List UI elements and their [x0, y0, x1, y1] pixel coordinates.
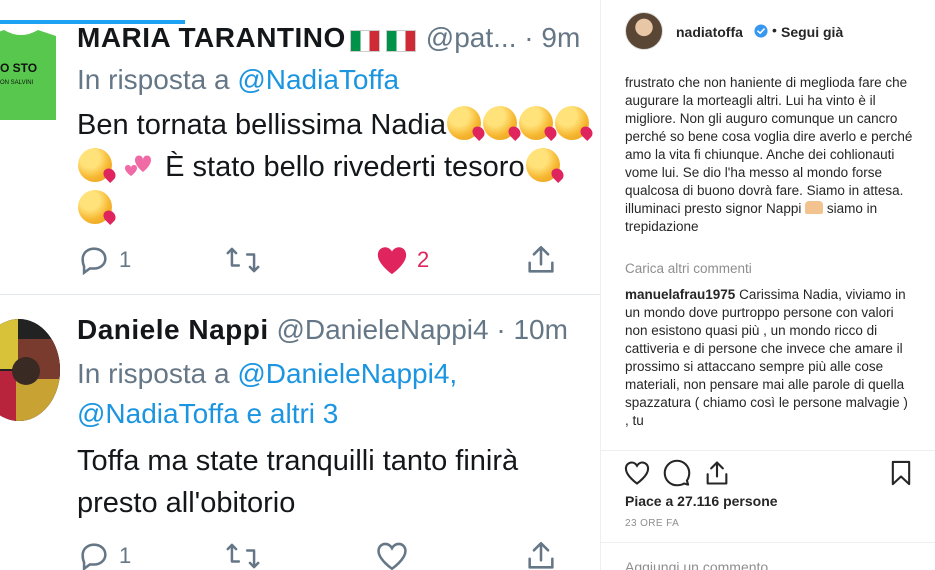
tweet-text-line2: È stato bello rivederti tesoro — [165, 151, 525, 183]
profile-avatar[interactable] — [625, 12, 663, 50]
instagram-panel: nadiatoffa • Segui già frustrato che non… — [600, 0, 935, 570]
like-count: 2 — [417, 247, 430, 272]
author-handle: @DanieleNappi4 — [276, 314, 489, 345]
tweet-text-line1: Toffa ma state tranquilli tanto finirà — [77, 445, 519, 477]
italy-flag-icon — [385, 30, 416, 53]
post-header: nadiatoffa • Segui già — [601, 0, 935, 62]
reply-icon — [81, 543, 107, 570]
like-button[interactable]: 2 — [375, 240, 429, 280]
bookmark-icon[interactable] — [887, 459, 915, 487]
reply-context: In risposta a @NadiaToffa — [77, 60, 399, 100]
share-icon — [528, 541, 554, 569]
kiss-emoji-icon — [78, 190, 112, 224]
post-timestamp: 23 ORE FA — [625, 518, 680, 529]
italian-flags-emoji — [349, 22, 422, 58]
reply-mention-others: @NadiaToffa e altri 3 — [77, 398, 339, 429]
avatar-photo — [0, 319, 60, 421]
tweet-text-line2: presto all'obitorio — [77, 487, 296, 519]
shirt-text: O STO — [0, 61, 37, 75]
author-name: Daniele Nappi — [77, 314, 269, 345]
reply-button[interactable]: 1 — [77, 536, 131, 570]
retweet-button[interactable] — [225, 240, 261, 280]
sparkling-hearts-icon — [125, 155, 152, 176]
reply-prefix: In risposta a — [77, 358, 230, 389]
tweet-actions: 1 2 — [77, 240, 577, 280]
tweet-text-line1: Ben tornata bellissima Nadia — [77, 109, 447, 141]
comment-caption: frustrato che non haniente di meglioda f… — [625, 74, 915, 236]
comment-username[interactable]: manuelafrau1975 — [625, 287, 735, 302]
kiss-emoji-icon — [78, 148, 112, 182]
separator-dot: • — [772, 22, 777, 38]
post-actions — [601, 450, 935, 494]
reply-mention: @NadiaToffa — [237, 64, 400, 95]
italy-flag-icon — [349, 30, 380, 53]
add-comment-box: Aggiungi un commento... — [601, 542, 935, 570]
heart-outline-icon — [377, 542, 407, 570]
tweet-header: Daniele Nappi @DanieleNappi4 · 10m — [77, 312, 568, 348]
avatar-green-shirt: O STO ON SALVINI — [0, 30, 56, 120]
tweet-header: MARIA TARANTINO @pat... · 9m — [77, 20, 580, 58]
kiss-emoji-icon — [555, 106, 590, 140]
heart-filled-icon — [377, 247, 407, 275]
kiss-emoji-icon — [525, 148, 560, 182]
follow-button[interactable]: Segui già — [781, 24, 843, 40]
kiss-emoji-icon — [447, 106, 482, 140]
reply-prefix: In risposta a — [77, 64, 230, 95]
reply-icon — [81, 247, 107, 276]
author-name: MARIA TARANTINO — [77, 22, 346, 53]
tweet-time: · 10m — [496, 314, 568, 345]
comment: manuelafrau1975 Carissima Nadia, viviamo… — [625, 286, 915, 430]
like-count[interactable]: Piace a 27.116 persone — [625, 493, 778, 509]
profile-username[interactable]: nadiatoffa — [676, 24, 743, 40]
comment-icon[interactable] — [663, 459, 691, 487]
folded-hands-emoji-icon — [805, 201, 824, 214]
tweet-divider — [0, 294, 600, 295]
verified-badge-icon — [754, 24, 768, 38]
shirt-subtext: ON SALVINI — [0, 80, 34, 86]
retweet-icon — [226, 247, 260, 273]
share-icon — [528, 245, 554, 273]
share-button[interactable] — [524, 240, 558, 280]
tweet-time: · 9m — [524, 22, 581, 53]
share-icon[interactable] — [703, 459, 731, 487]
comment-text: frustrato che non haniente di meglioda f… — [625, 75, 913, 216]
author-handle: @pat... — [425, 22, 517, 53]
heart-outline-icon[interactable] — [623, 459, 651, 487]
tweet-text: Ben tornata bellissima Nadia È stato bel… — [77, 104, 597, 230]
avatar-daniele — [0, 319, 60, 421]
reply-button[interactable]: 1 — [77, 240, 131, 280]
add-comment-input[interactable]: Aggiungi un commento... — [625, 559, 780, 570]
retweet-button[interactable] — [225, 536, 261, 570]
load-more-comments[interactable]: Carica altri commenti — [625, 260, 752, 278]
tweet-screenshot: O STO ON SALVINI MARIA TARANTINO @pat... … — [0, 0, 600, 570]
reply-count: 1 — [119, 543, 132, 568]
kiss-emoji-icon — [483, 106, 518, 140]
reply-context: In risposta a @DanieleNappi4, — [77, 354, 457, 394]
comment-text: Carissima Nadia, viviamo in un mondo dov… — [625, 287, 908, 428]
reply-mention: @DanieleNappi4, — [237, 358, 458, 389]
reply-count: 1 — [119, 247, 132, 272]
reply-context-line2: @NadiaToffa e altri 3 — [77, 394, 338, 434]
retweet-icon — [226, 543, 260, 569]
like-button[interactable] — [375, 536, 409, 570]
tweet-text: Toffa ma state tranquilli tanto finirà p… — [77, 440, 597, 524]
kiss-emoji-icon — [519, 106, 554, 140]
share-button[interactable] — [524, 536, 558, 570]
tweet-actions: 1 — [77, 536, 577, 570]
